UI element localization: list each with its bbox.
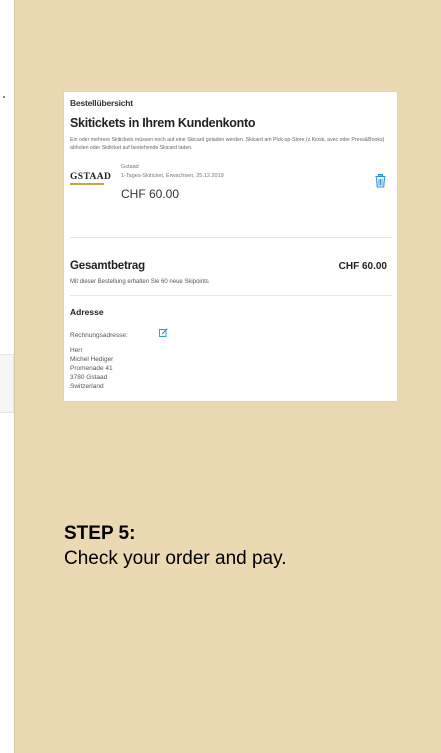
divider <box>70 295 392 296</box>
skipoints-note: Mit dieser Bestellung erhalten Sie 60 ne… <box>70 279 209 285</box>
step-label: STEP 5: <box>64 523 136 544</box>
left-margin-strip <box>0 0 14 753</box>
address-line: Promenade 41 <box>70 365 113 372</box>
logo-underline <box>70 183 104 185</box>
trash-icon[interactable] <box>375 174 386 188</box>
address-line: Switzerland <box>70 383 104 390</box>
step-instruction: Check your order and pay. <box>64 548 287 569</box>
divider <box>70 237 392 238</box>
address-line: Michel Hediger <box>70 356 114 363</box>
gstaad-logo-text: GSTAAD <box>70 172 112 182</box>
billing-address-label: Rechnungsadresse: <box>70 332 128 339</box>
ticket-price: CHF 60.00 <box>121 187 180 201</box>
tickets-heading: Skitickets in Ihrem Kundenkonto <box>70 116 256 130</box>
ticket-location: Gstaad <box>121 164 139 170</box>
edit-icon[interactable] <box>159 328 168 337</box>
address-line: 3780 Gstaad <box>70 374 108 381</box>
stray-dot <box>3 96 5 98</box>
total-label: Gesamtbetrag <box>70 260 145 272</box>
skicard-info-text: Ein oder mehrere Skitickets müssen noch … <box>70 137 385 151</box>
order-summary-title: Bestellübersicht <box>70 98 133 108</box>
ticket-description: 1-Tages-Skiticket, Erwachsen, 25.12.2019 <box>121 173 224 179</box>
address-lines: Herr Michel Hediger Promenade 41 3780 Gs… <box>70 346 113 391</box>
gstaad-logo: GSTAAD <box>70 172 112 186</box>
partial-panel-edge <box>0 354 14 413</box>
total-value: CHF 60.00 <box>338 261 387 272</box>
address-title: Adresse <box>70 307 104 317</box>
address-line: Herr <box>70 347 83 354</box>
order-summary-screenshot: Bestellübersicht Skitickets in Ihrem Kun… <box>64 92 397 401</box>
step-card: Bestellübersicht Skitickets in Ihrem Kun… <box>14 0 441 753</box>
